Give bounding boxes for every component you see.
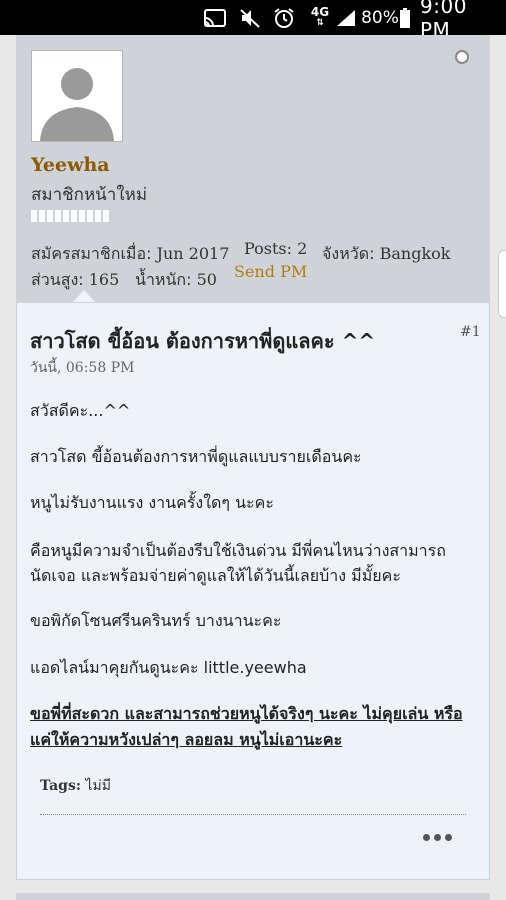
- clock-time: 9:00 PM: [420, 0, 467, 42]
- post-paragraph: นัดเจอ และพร้อมจ่ายค่าดูแลให้ได้วันนี้เล…: [30, 566, 401, 585]
- post-divider: [40, 814, 466, 815]
- post-emphasis-line: ขอพี่ที่สะดวก และสามารถช่วยหนูได้จริงๆ น…: [30, 704, 463, 723]
- weight-info: น้ำหนัก: 50: [135, 270, 217, 289]
- avatar[interactable]: [31, 50, 123, 142]
- join-date: สมัครสมาชิกเมื่อ: Jun 2017: [31, 244, 230, 263]
- cast-icon: [203, 0, 227, 35]
- battery-percent: 80%: [361, 7, 399, 28]
- alarm-icon: [272, 0, 296, 35]
- online-status-icon: [455, 50, 469, 64]
- post-date: วันนี้, 06:58 PM: [30, 360, 135, 376]
- post-paragraph: คือหนูมีความจำเป็นต้องรีบใช้เงินด่วน มีพ…: [30, 541, 446, 560]
- next-post-card: [16, 893, 490, 900]
- province: จังหวัด: Bangkok: [322, 244, 451, 263]
- post-paragraph: สาวโสด ขี้อ้อนต้องการหาพี่ดูแลแบบรายเดือ…: [30, 447, 362, 466]
- post-title: สาวโสด ขี้อ้อน ต้องการหาพี่ดูแลคะ ^^: [30, 329, 376, 353]
- status-bar: 4G ⇅ 80% 9:00 PM: [0, 0, 506, 42]
- post-number-link[interactable]: #1: [460, 324, 481, 340]
- post-emphasis-line: แค่ให้ความหวังเปล่าๆ ลอยลม หนูไม่เอานะคะ: [30, 730, 343, 749]
- battery-icon: [398, 0, 412, 35]
- send-pm-link[interactable]: Send PM: [234, 262, 307, 281]
- network-arrows-icon: 4G ⇅: [310, 4, 330, 28]
- username-link[interactable]: Yeewha: [31, 154, 110, 176]
- post-paragraph: หนูไม่รับงานแรง งานครั้งใดๆ นะคะ: [30, 493, 274, 512]
- post-tags: Tags: ไม่มี: [40, 778, 111, 794]
- signal-icon: [334, 0, 358, 35]
- rank-bar: [31, 210, 109, 222]
- post-paragraph: แอดไลน์มาคุยกันดูนะคะ little.yeewha: [30, 658, 307, 677]
- mute-icon: [238, 0, 262, 35]
- user-rank: สมาชิกหน้าใหม่: [31, 185, 148, 205]
- post-count: Posts: 2: [244, 239, 308, 258]
- more-options-icon[interactable]: [423, 834, 452, 841]
- post-paragraph: ขอพิกัดโซนศรีนครินทร์ บางนานะคะ: [30, 611, 282, 630]
- side-drawer-handle[interactable]: [498, 250, 506, 318]
- post-paragraph: สวัสดีคะ...^^: [30, 401, 131, 420]
